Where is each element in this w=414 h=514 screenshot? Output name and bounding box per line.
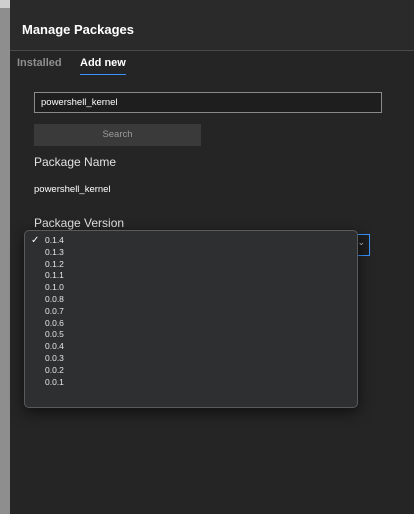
version-option[interactable]: 0.0.3 [25,353,357,365]
version-option[interactable]: 0.0.8 [25,294,357,306]
version-option-label: 0.0.3 [45,352,64,363]
version-option[interactable]: 0.0.1 [25,377,357,389]
version-option[interactable]: 0.1.3 [25,247,357,259]
panel-title: Manage Packages [22,22,135,37]
package-name-label: Package Name [34,155,117,169]
package-name-value: powershell_kernel [34,184,111,195]
version-option[interactable]: 0.0.4 [25,341,357,353]
version-option-label: 0.0.7 [45,305,64,316]
manage-packages-panel: Manage Packages Installed Add new Search… [10,0,414,514]
version-option-label: 0.1.4 [45,235,64,245]
version-option[interactable]: 0.1.2 [25,259,357,271]
version-option[interactable]: 0.0.2 [25,365,357,377]
version-option-label: 0.0.6 [45,317,64,328]
version-option-label: 0.0.5 [45,329,64,340]
version-option-label: 0.0.8 [45,293,64,304]
editor-edge-highlight [0,0,10,8]
tab-add-new[interactable]: Add new [80,57,126,75]
version-option-label: 0.0.1 [45,376,64,387]
search-button[interactable]: Search [34,124,201,146]
version-option[interactable]: 0.1.1 [25,270,357,282]
package-version-label: Package Version [34,216,125,230]
checkmark-icon: ✓ [31,235,40,246]
chevron-down-icon: ⌄ [357,237,365,247]
version-option-label: 0.1.1 [45,270,64,281]
editor-edge [0,0,10,514]
version-option[interactable]: 0.0.6 [25,318,357,330]
version-option-label: 0.1.0 [45,282,64,293]
version-option-label: 0.1.2 [45,258,64,269]
tab-installed[interactable]: Installed [17,57,62,74]
version-option[interactable]: 0.1.0 [25,282,357,294]
version-option-label: 0.1.3 [45,246,64,257]
version-option-label: 0.0.4 [45,341,64,352]
panel-header: Manage Packages [10,0,414,51]
package-search-input[interactable] [34,92,382,113]
version-option[interactable]: 0.0.7 [25,306,357,318]
version-option[interactable]: ✓ 0.1.4 [25,235,357,247]
version-option-label: 0.0.2 [45,364,64,375]
version-dropdown-menu: ✓ 0.1.4 0.1.3 0.1.2 0.1.1 0.1.0 0.0.8 0.0.7 0.0.… [24,230,358,408]
version-option[interactable]: 0.0.5 [25,329,357,341]
